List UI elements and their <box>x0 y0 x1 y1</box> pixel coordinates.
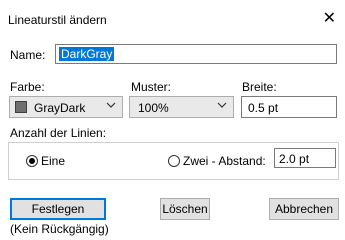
color-dropdown[interactable]: GrayDark <box>9 96 123 118</box>
undo-note: (Kein Rückgängig) <box>10 222 109 236</box>
pattern-dropdown-value: 100% <box>138 101 169 115</box>
radio-selected-dot <box>29 158 35 164</box>
dialog-title: Lineaturstil ändern <box>8 13 107 27</box>
apply-button[interactable]: Festlegen <box>10 198 106 220</box>
chevron-down-icon <box>106 102 116 108</box>
pattern-label: Muster: <box>131 80 172 94</box>
close-icon[interactable]: ✕ <box>323 10 336 26</box>
width-label: Breite: <box>242 80 277 94</box>
color-dropdown-value: GrayDark <box>34 101 86 115</box>
pattern-dropdown[interactable]: 100% <box>129 96 234 118</box>
radio-two-label[interactable]: Zwei - Abstand: <box>183 154 266 168</box>
chevron-down-icon <box>217 102 227 108</box>
dialog-window: Lineaturstil ändern ✕ Name: DarkGray Far… <box>0 0 345 240</box>
radio-one[interactable] <box>26 155 38 167</box>
radio-two[interactable] <box>168 155 180 167</box>
spacing-input[interactable]: 2.0 pt <box>274 148 336 168</box>
spacing-input-value: 2.0 pt <box>279 152 310 166</box>
color-label: Farbe: <box>10 80 45 94</box>
cancel-button[interactable]: Abbrechen <box>269 198 339 220</box>
name-label: Name: <box>10 48 46 62</box>
radio-one-label[interactable]: Eine <box>41 154 65 168</box>
title-bar: Lineaturstil ändern ✕ <box>0 0 345 36</box>
name-input-value: DarkGray <box>59 47 115 61</box>
delete-button[interactable]: Löschen <box>160 198 210 220</box>
color-swatch <box>15 101 27 113</box>
width-input[interactable]: 0.5 pt <box>241 96 337 118</box>
width-input-value: 0.5 pt <box>248 101 279 115</box>
line-count-label: Anzahl der Linien: <box>10 126 107 140</box>
name-input[interactable]: DarkGray <box>55 44 337 64</box>
